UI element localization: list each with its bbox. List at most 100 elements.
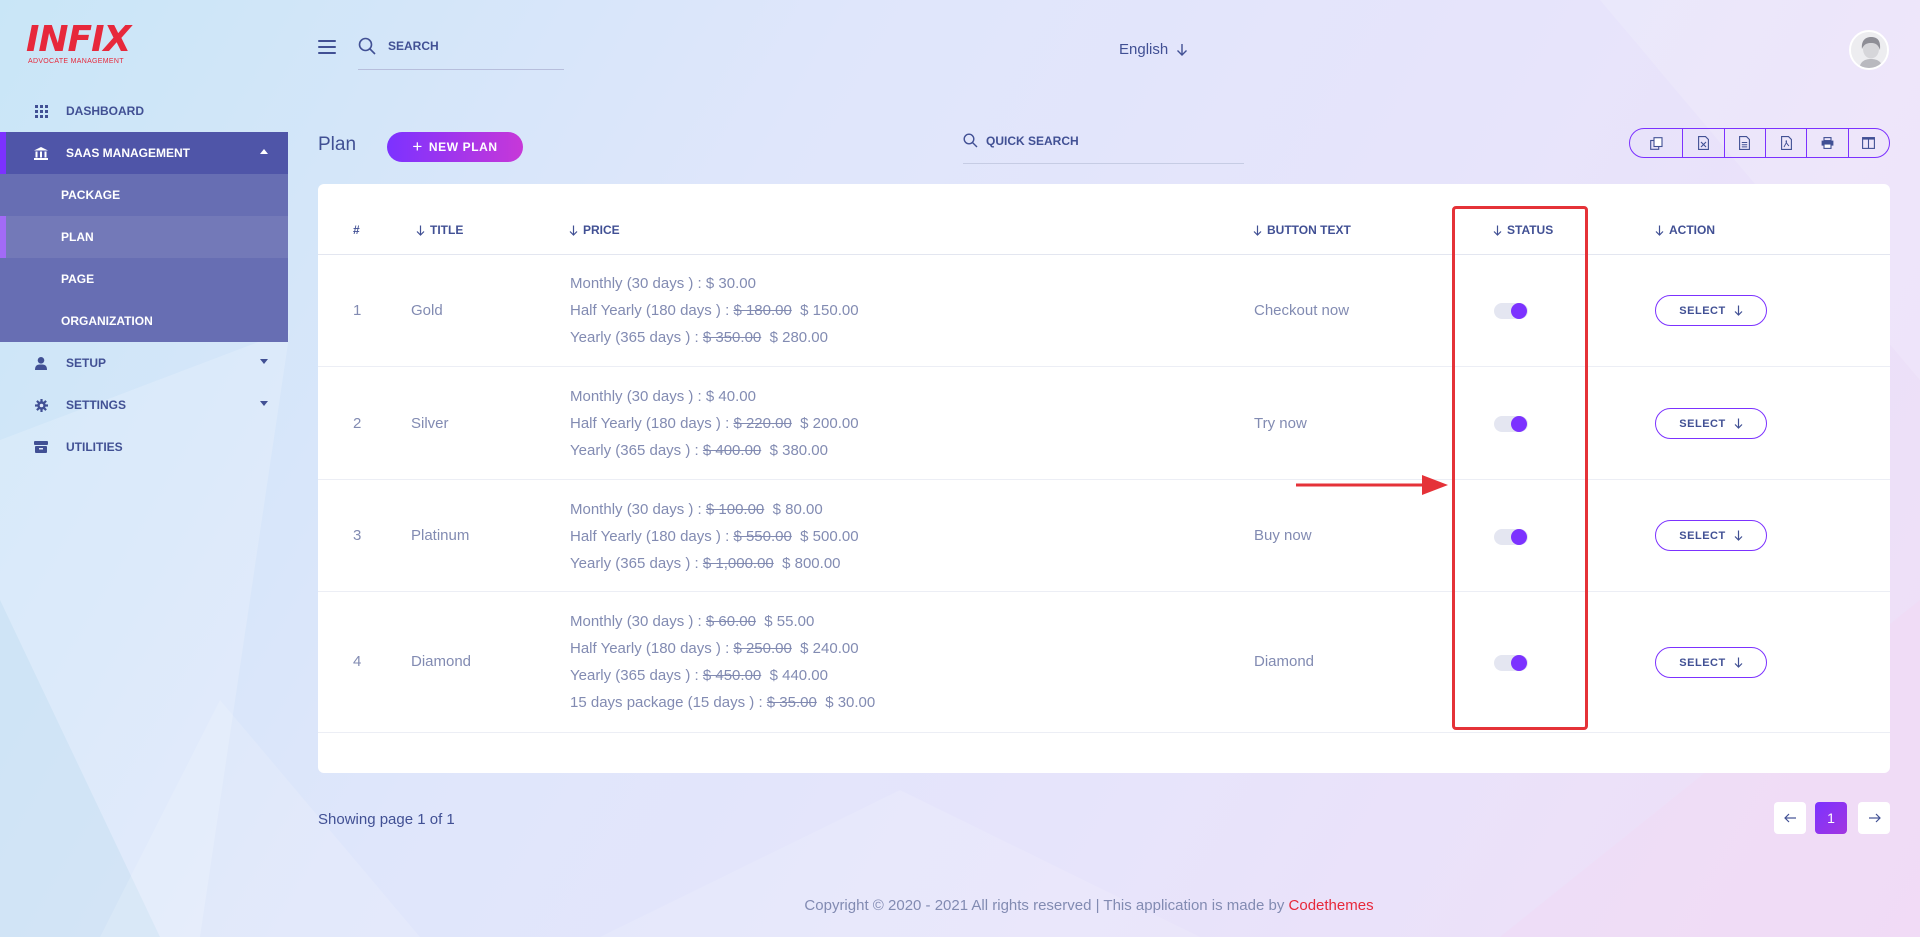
annotation-highlight-box [1452, 206, 1588, 730]
chevron-up-icon [260, 149, 268, 154]
price-line: Yearly (365 days ) : $ 400.00 $ 380.00 [570, 442, 828, 459]
chevron-down-icon [260, 359, 268, 364]
select-button[interactable]: SELECT [1655, 408, 1767, 439]
price-line: Half Yearly (180 days ) : $ 250.00 $ 240… [570, 640, 859, 657]
pdf-button[interactable] [1766, 129, 1808, 157]
sidebar-item-saas-management[interactable]: SAAS MANAGEMENT [0, 132, 288, 174]
row-number: 1 [353, 302, 362, 319]
sidebar-item-label: DASHBOARD [66, 104, 144, 118]
arrow-down-icon [1734, 530, 1743, 541]
price-line: Yearly (365 days ) : $ 350.00 $ 280.00 [570, 329, 828, 346]
sidebar-item-dashboard[interactable]: DASHBOARD [0, 90, 288, 132]
submenu-item-package[interactable]: PACKAGE [0, 174, 288, 216]
copy-button[interactable] [1630, 129, 1684, 157]
user-icon [34, 356, 48, 370]
select-button[interactable]: SELECT [1655, 295, 1767, 326]
footer: Copyright © 2020 - 2021 All rights reser… [0, 897, 1920, 914]
plan-title: Diamond [411, 653, 472, 670]
saas-submenu: PACKAGE PLAN PAGE ORGANIZATION [0, 174, 288, 342]
columns-button[interactable] [1849, 129, 1889, 157]
price-line: Yearly (365 days ) : $ 450.00 $ 440.00 [570, 667, 828, 684]
plus-icon: + [412, 136, 423, 156]
arrow-right-icon [1868, 813, 1881, 823]
columns-icon [1862, 137, 1876, 149]
button-text: Checkout now [1254, 302, 1350, 319]
price-list: Monthly (30 days ) : $ 30.00 Half Yearly… [570, 270, 859, 351]
price-line: Monthly (30 days ) : $ 60.00 $ 55.00 [570, 613, 815, 630]
row-number: 2 [353, 415, 362, 432]
logo-text: INFIX [26, 19, 131, 60]
button-text: Buy now [1254, 527, 1312, 544]
new-plan-label: NEW PLAN [428, 140, 498, 154]
pdf-icon [1780, 136, 1792, 150]
bank-icon [34, 146, 48, 160]
prev-page-button[interactable] [1774, 802, 1806, 834]
grid-icon [34, 104, 48, 118]
submenu-item-page[interactable]: PAGE [0, 258, 288, 300]
annotation-arrow-icon [1296, 475, 1448, 495]
sidebar-nav: DASHBOARD SAAS MANAGEMENT PACKAGE PLAN P… [0, 90, 288, 468]
price-line: Half Yearly (180 days ) : $ 220.00 $ 200… [570, 415, 859, 432]
submenu-item-organization[interactable]: ORGANIZATION [0, 300, 288, 342]
sidebar-item-settings[interactable]: SETTINGS [0, 384, 288, 426]
plan-title: Platinum [411, 527, 470, 544]
new-plan-button[interactable]: + NEW PLAN [387, 132, 523, 162]
print-button[interactable] [1807, 129, 1849, 157]
price-line: Half Yearly (180 days ) : $ 550.00 $ 500… [570, 528, 859, 545]
language-label: English [1119, 41, 1169, 58]
quick-search [963, 132, 1244, 164]
arrow-left-icon [1783, 813, 1796, 823]
row-divider [318, 732, 1890, 733]
price-line: Monthly (30 days ) : $ 100.00 $ 80.00 [570, 501, 823, 518]
language-select[interactable]: English [1119, 41, 1188, 58]
csv-button[interactable] [1725, 129, 1767, 157]
column-header-action[interactable]: ACTION [1655, 223, 1715, 237]
price-line: 15 days package (15 days ) : $ 35.00 $ 3… [570, 694, 876, 711]
sort-arrow-icon [1655, 225, 1664, 236]
button-text: Diamond [1254, 653, 1315, 670]
row-divider [318, 591, 1890, 592]
sidebar-item-setup[interactable]: SETUP [0, 342, 288, 384]
sidebar-item-label: SAAS MANAGEMENT [66, 146, 191, 160]
submenu-item-plan[interactable]: PLAN [0, 216, 288, 258]
price-line: Monthly (30 days ) : $ 30.00 [570, 275, 756, 292]
avatar[interactable] [1849, 30, 1889, 70]
plan-title: Gold [411, 302, 443, 319]
sidebar: INFIX Advocate Management DASHBOARD SAAS… [0, 0, 288, 937]
quick-search-input[interactable] [986, 134, 1226, 148]
price-list: Monthly (30 days ) : $ 40.00 Half Yearly… [570, 383, 859, 464]
price-list: Monthly (30 days ) : $ 100.00 $ 80.00 Ha… [570, 496, 859, 577]
column-header-button-text[interactable]: BUTTON TEXT [1253, 223, 1351, 237]
arrow-down-icon [1177, 43, 1188, 56]
brand-logo[interactable]: INFIX Advocate Management [26, 22, 136, 66]
arrow-down-icon [1734, 657, 1743, 668]
column-header-number: # [353, 223, 360, 237]
column-header-title[interactable]: TITLE [416, 223, 463, 237]
copy-icon [1649, 136, 1663, 150]
row-divider [318, 479, 1890, 480]
export-button-group [1629, 128, 1890, 158]
print-icon [1821, 137, 1834, 149]
search-icon [358, 37, 376, 55]
button-text: Try now [1254, 415, 1307, 432]
gear-icon [34, 398, 48, 412]
sidebar-item-utilities[interactable]: UTILITIES [0, 426, 288, 468]
archive-icon [34, 440, 48, 454]
chevron-down-icon [260, 401, 268, 406]
search-input[interactable] [388, 39, 548, 53]
footer-copyright: Copyright © 2020 - 2021 All rights reser… [804, 897, 1289, 914]
sort-arrow-icon [569, 225, 578, 236]
excel-button[interactable] [1683, 129, 1725, 157]
price-list: Monthly (30 days ) : $ 60.00 $ 55.00 Hal… [570, 608, 875, 716]
select-button[interactable]: SELECT [1655, 647, 1767, 678]
select-button[interactable]: SELECT [1655, 520, 1767, 551]
pagination-summary: Showing page 1 of 1 [318, 811, 455, 828]
page-number-button[interactable]: 1 [1815, 802, 1847, 834]
row-number: 3 [353, 527, 362, 544]
menu-toggle-icon[interactable] [318, 40, 336, 54]
plan-title: Silver [411, 415, 449, 432]
top-search [358, 34, 564, 70]
column-header-price[interactable]: PRICE [569, 223, 620, 237]
next-page-button[interactable] [1858, 802, 1890, 834]
footer-brand-link[interactable]: Codethemes [1289, 897, 1374, 914]
